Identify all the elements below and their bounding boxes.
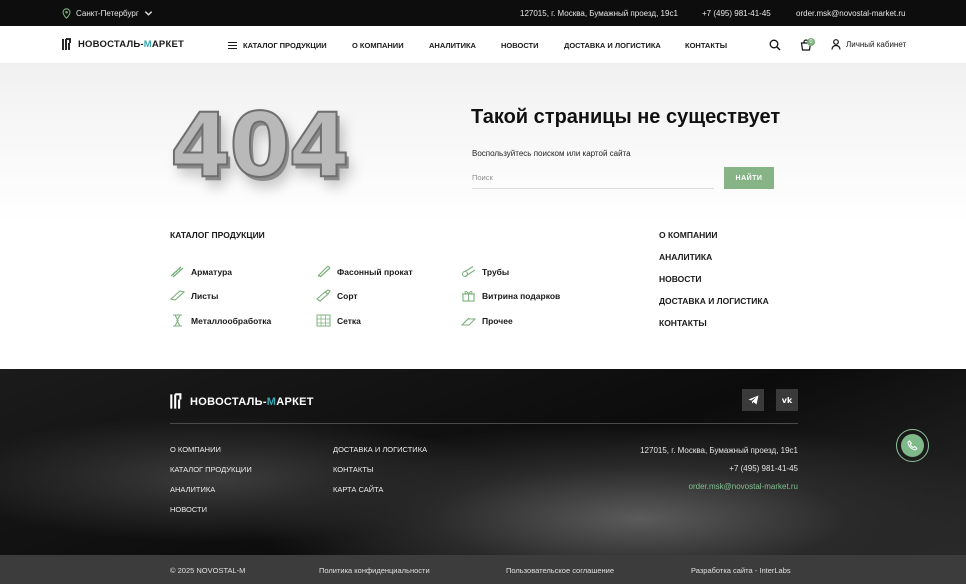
- footer-logo-mark-icon: [170, 393, 182, 409]
- catalog-item-truby[interactable]: Трубы: [461, 265, 509, 278]
- catalog-item-listy[interactable]: Листы: [170, 289, 218, 302]
- chevron-down-icon: [144, 11, 152, 16]
- catalog-heading: КАТАЛОГ ПРОДУКЦИИ: [170, 230, 265, 240]
- bar-stock-icon: [316, 289, 331, 302]
- telegram-button[interactable]: [742, 389, 764, 411]
- user-icon: [831, 39, 841, 50]
- main-header: НОВОСТАЛЬ-МАРКЕТ КАТАЛОГ ПРОДУКЦИИ О КОМ…: [0, 26, 966, 64]
- telegram-icon: [748, 395, 758, 405]
- footer-address: 127015, г. Москва, Бумажный проезд, 19с1: [640, 446, 798, 455]
- gift-icon: [462, 291, 475, 302]
- catalog-item-setka[interactable]: Сетка: [316, 314, 361, 327]
- nav-contacts[interactable]: КОНТАКТЫ: [685, 41, 727, 50]
- nav-analytics[interactable]: АНАЛИТИКА: [429, 41, 476, 50]
- secondary-nav-analytics[interactable]: АНАЛИТИКА: [659, 252, 712, 262]
- phone-icon: [907, 440, 918, 451]
- footer-link-news[interactable]: НОВОСТИ: [170, 505, 207, 514]
- city-label: Санкт-Петербург: [76, 9, 139, 18]
- secondary-nav-contacts[interactable]: КОНТАКТЫ: [659, 318, 707, 328]
- account-label: Личный кабинет: [846, 40, 907, 49]
- secondary-nav-news[interactable]: НОВОСТИ: [659, 274, 702, 284]
- footer-link-sitemap[interactable]: КАРТА САЙТА: [333, 485, 383, 494]
- topbar-email[interactable]: order.msk@novostal-market.ru: [796, 9, 906, 18]
- beam-icon: [317, 265, 331, 278]
- callback-button[interactable]: [896, 429, 929, 462]
- footer-link-delivery[interactable]: ДОСТАВКА И ЛОГИСТИКА: [333, 445, 427, 454]
- privacy-policy-link[interactable]: Политика конфиденциальности: [319, 566, 430, 575]
- site-logo[interactable]: НОВОСТАЛЬ-МАРКЕТ: [62, 38, 184, 51]
- sheet-icon: [170, 290, 185, 301]
- menu-icon: [228, 42, 237, 49]
- footer-logo[interactable]: НОВОСТАЛЬ-МАРКЕТ: [170, 393, 314, 410]
- city-selector[interactable]: Санкт-Петербург: [62, 8, 153, 19]
- catalog-item-prochee[interactable]: Прочее: [461, 314, 513, 327]
- footer-logo-text: НОВОСТАЛЬ-МАРКЕТ: [190, 395, 314, 408]
- mesh-icon: [316, 314, 331, 327]
- catalog-item-fasonny-prokat[interactable]: Фасонный прокат: [316, 265, 413, 278]
- vk-icon: vk: [781, 395, 793, 405]
- search-icon[interactable]: [769, 39, 781, 51]
- catalog-item-sort[interactable]: Сорт: [316, 289, 358, 302]
- footer-email[interactable]: order.msk@novostal-market.ru: [689, 482, 799, 491]
- footer-link-catalog[interactable]: КАТАЛОГ ПРОДУКЦИИ: [170, 465, 252, 474]
- secondary-nav-about[interactable]: О КОМПАНИИ: [659, 230, 717, 240]
- site-footer: НОВОСТАЛЬ-МАРКЕТ vk О КОМПАНИИ КАТАЛОГ П…: [0, 369, 966, 555]
- footer-link-about[interactable]: О КОМПАНИИ: [170, 445, 221, 454]
- secondary-nav-delivery[interactable]: ДОСТАВКА И ЛОГИСТИКА: [659, 296, 769, 306]
- nav-about[interactable]: О КОМПАНИИ: [352, 41, 404, 50]
- search-input[interactable]: [472, 167, 714, 189]
- other-products-icon: [461, 317, 476, 326]
- nav-catalog[interactable]: КАТАЛОГ ПРОДУКЦИИ: [228, 41, 327, 50]
- metalwork-icon: [173, 314, 182, 327]
- bottom-bar: © 2025 NOVOSTAL-M Политика конфиденциаль…: [0, 555, 966, 584]
- topbar-phone[interactable]: +7 (495) 981-41-45: [702, 9, 771, 18]
- footer-divider: [170, 423, 798, 424]
- topbar-address: 127015, г. Москва, Бумажный проезд, 19с1: [520, 9, 678, 18]
- rebar-icon: [170, 266, 184, 278]
- cart-count-badge: 0: [807, 38, 815, 46]
- catalog-item-armatura[interactable]: Арматура: [170, 265, 232, 278]
- developer-link[interactable]: Разработка сайта - InterLabs: [691, 566, 791, 575]
- callback-button-inner: [901, 434, 924, 457]
- nav-news[interactable]: НОВОСТИ: [501, 41, 539, 50]
- account-link[interactable]: Личный кабинет: [831, 39, 906, 50]
- footer-phone[interactable]: +7 (495) 981-41-45: [729, 464, 798, 473]
- vk-button[interactable]: vk: [776, 389, 798, 411]
- footer-link-contacts[interactable]: КОНТАКТЫ: [333, 465, 373, 474]
- copyright: © 2025 NOVOSTAL-M: [170, 566, 246, 575]
- search-button[interactable]: НАЙТИ: [724, 167, 774, 189]
- user-agreement-link[interactable]: Пользовательское соглашение: [506, 566, 614, 575]
- error-code-404: 404: [169, 94, 351, 197]
- catalog-item-vitrina-podarkov[interactable]: Витрина подарков: [461, 289, 560, 302]
- footer-link-analytics[interactable]: АНАЛИТИКА: [170, 485, 215, 494]
- page-title: Такой страницы не существует: [471, 106, 781, 128]
- error-hero: 404 Такой страницы не существует Восполь…: [0, 64, 966, 224]
- catalog-item-metalloobrabotka[interactable]: Металлообработка: [170, 314, 271, 327]
- search-hint: Воспользуйтесь поиском или картой сайта: [472, 149, 631, 158]
- top-bar: Санкт-Петербург 127015, г. Москва, Бумаж…: [0, 0, 966, 26]
- pipe-icon: [461, 266, 476, 278]
- nav-delivery[interactable]: ДОСТАВКА И ЛОГИСТИКА: [564, 41, 661, 50]
- logo-text: НОВОСТАЛЬ-МАРКЕТ: [78, 39, 184, 50]
- location-pin-icon: [62, 8, 71, 19]
- logo-mark-icon: [62, 38, 71, 50]
